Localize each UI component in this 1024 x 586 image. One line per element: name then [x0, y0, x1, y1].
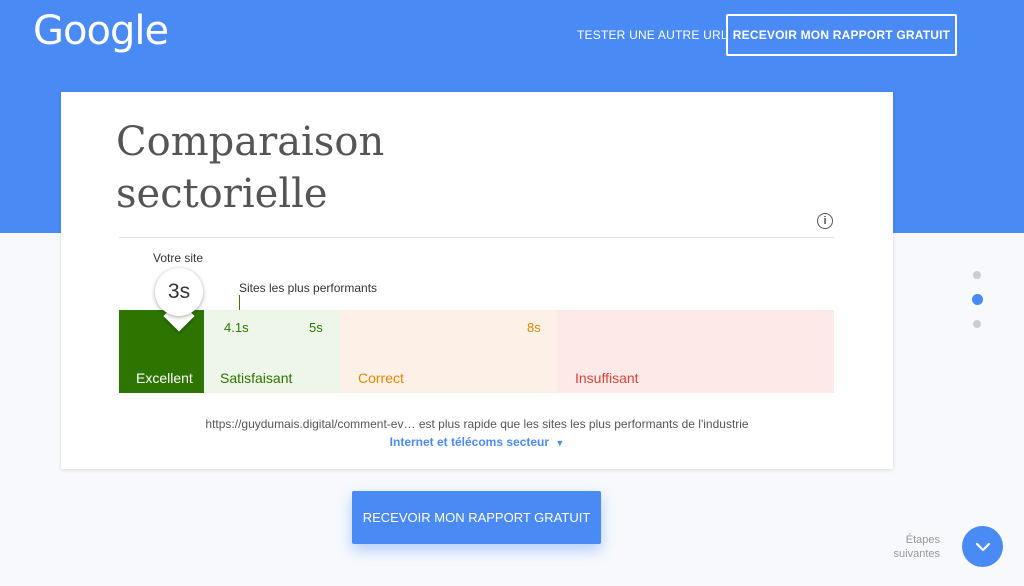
label-insuffisant: Insuffisant: [575, 370, 639, 386]
card-title: Comparaison sectorielle: [116, 119, 385, 217]
comparison-summary: https://guydumais.digital/comment-ev… es…: [205, 417, 749, 431]
cta-report-button[interactable]: RECEVOIR MON RAPPORT GRATUIT: [352, 491, 601, 544]
comparison-card: Comparaison sectorielle i Votre site 3s …: [61, 92, 893, 469]
caret-down-icon: ▼: [555, 438, 565, 448]
header-report-button[interactable]: RECEVOIR MON RAPPORT GRATUIT: [726, 14, 957, 56]
pagination-dot-1[interactable]: [973, 271, 981, 279]
label-excellent: Excellent: [136, 370, 193, 386]
threshold-4-1s: 4.1s: [224, 320, 249, 335]
next-steps-button[interactable]: [962, 526, 1003, 567]
test-other-url-link[interactable]: TESTER UNE AUTRE URL: [577, 28, 728, 42]
label-correct: Correct: [358, 370, 404, 386]
your-site-value: 3s: [167, 280, 191, 303]
info-icon[interactable]: i: [817, 213, 833, 229]
google-logo[interactable]: Google: [33, 8, 169, 54]
label-satisfaisant: Satisfaisant: [220, 370, 293, 386]
your-site-label: Votre site: [153, 251, 204, 265]
threshold-8s: 8s: [527, 320, 541, 335]
pagination-dot-3[interactable]: [973, 320, 981, 328]
chevron-down-icon: [975, 542, 990, 551]
next-steps-label: Étapes suivantes: [893, 534, 940, 560]
pagination-dot-2[interactable]: [972, 294, 983, 305]
divider: [119, 237, 834, 238]
best-sites-tick: [239, 295, 240, 310]
sector-dropdown[interactable]: Internet et télécoms secteur ▼: [61, 435, 893, 449]
sector-label: Internet et télécoms secteur: [389, 435, 550, 449]
best-sites-label: Sites les plus performants: [239, 281, 378, 295]
threshold-5s: 5s: [309, 320, 323, 335]
